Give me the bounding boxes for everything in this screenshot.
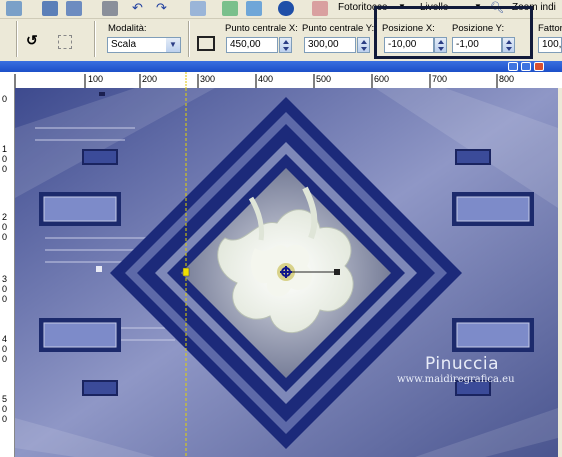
ruler-v-tick: 0 xyxy=(2,284,8,294)
ruler-v-tick: 2 xyxy=(2,212,8,222)
ruler-v-tick: 0 xyxy=(2,354,8,364)
ruler-h-tick: 300 xyxy=(200,74,216,84)
ruler-h-tick: 100 xyxy=(88,74,104,84)
ruler-v-tick: 1 xyxy=(2,144,8,154)
punto-x-spinner[interactable] xyxy=(279,37,292,53)
maximize-icon[interactable] xyxy=(521,62,531,71)
undo-icon[interactable]: ↶ xyxy=(132,1,148,16)
info-icon[interactable] xyxy=(278,1,294,16)
canvas-artwork xyxy=(15,88,558,457)
ruler-v-tick: 3 xyxy=(2,274,8,284)
center-point-icon[interactable] xyxy=(197,36,215,51)
ruler-v-tick: 4 xyxy=(2,334,8,344)
browse-icon[interactable] xyxy=(246,1,262,16)
ruler-v-tick: 0 xyxy=(2,164,8,174)
save-as-icon[interactable] xyxy=(66,1,82,16)
fattore-label: Fattore xyxy=(538,23,562,34)
redo-icon[interactable]: ↷ xyxy=(156,1,172,16)
chevron-down-icon[interactable]: ▼ xyxy=(166,38,180,52)
print-icon[interactable] xyxy=(102,1,118,16)
ruler-v-tick: 0 xyxy=(2,294,8,304)
ruler-v-tick: 0 xyxy=(2,94,8,104)
eraser-icon[interactable] xyxy=(312,1,328,16)
deform-icon[interactable] xyxy=(58,35,72,49)
ruler-h-tick: 200 xyxy=(142,74,158,84)
punto-y-input[interactable]: 300,00 xyxy=(304,37,356,53)
image-canvas[interactable]: Pinuccia www.maidiregrafica.eu xyxy=(15,88,558,457)
reset-icon[interactable]: ↺ xyxy=(26,33,44,47)
fattore-input[interactable]: 100,0 xyxy=(538,37,562,53)
horizontal-ruler: 100 200 300 400 500 600 700 800 xyxy=(0,72,562,89)
image-window-titlebar[interactable] xyxy=(0,61,562,72)
watermark-url: www.maidiregrafica.eu xyxy=(397,374,515,385)
ruler-v-tick: 0 xyxy=(2,222,8,232)
ruler-v-tick: 0 xyxy=(2,154,8,164)
punto-x-input[interactable]: 450,00 xyxy=(226,37,278,53)
modalita-select[interactable]: Scala ▼ xyxy=(107,37,181,53)
punto-y-label: Punto centrale Y: xyxy=(302,23,375,34)
ruler-h-tick: 800 xyxy=(499,74,515,84)
save-icon[interactable] xyxy=(42,1,58,16)
ruler-v-tick: 0 xyxy=(2,414,8,424)
ruler-v-tick: 0 xyxy=(2,344,8,354)
modalita-label: Modalità: xyxy=(108,23,147,34)
watermark-name: Pinuccia xyxy=(425,354,499,374)
image-icon[interactable] xyxy=(222,1,238,16)
ruler-v-tick: 5 xyxy=(2,394,8,404)
ruler-v-tick: 0 xyxy=(2,404,8,414)
ruler-h-tick: 500 xyxy=(316,74,332,84)
close-icon[interactable] xyxy=(534,62,544,71)
vertical-ruler: 0 1 0 0 2 0 0 3 0 0 4 0 0 5 0 0 xyxy=(0,88,15,457)
modalita-value: Scala xyxy=(111,39,137,50)
open-icon[interactable] xyxy=(6,1,22,16)
ruler-h-tick: 700 xyxy=(432,74,448,84)
vertical-scrollbar[interactable] xyxy=(558,88,562,457)
position-highlight-box xyxy=(374,6,533,59)
ruler-h-tick: 400 xyxy=(258,74,274,84)
horizontal-ruler-ticks xyxy=(14,72,498,88)
ruler-v-tick: 0 xyxy=(2,232,8,242)
minimize-icon[interactable] xyxy=(508,62,518,71)
punto-x-label: Punto centrale X: xyxy=(225,23,298,34)
punto-y-spinner[interactable] xyxy=(357,37,370,53)
ruler-h-tick: 600 xyxy=(374,74,390,84)
copy-icon[interactable] xyxy=(190,1,206,16)
